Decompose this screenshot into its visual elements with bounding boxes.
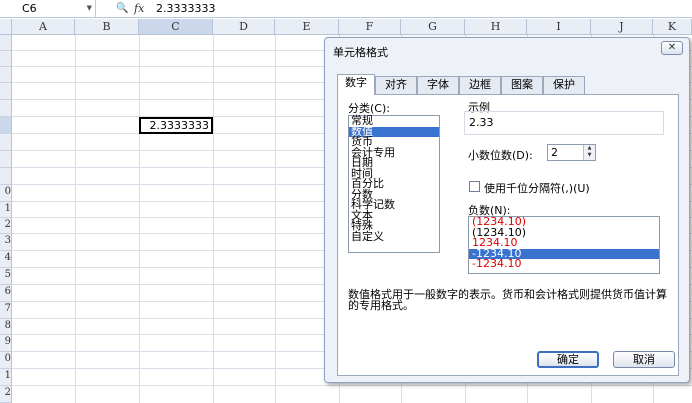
- column-header-e[interactable]: E: [275, 19, 339, 35]
- tab-border[interactable]: 边框: [459, 76, 501, 94]
- column-header-b[interactable]: B: [75, 19, 139, 35]
- grid-line: [75, 35, 76, 403]
- row-header[interactable]: 5: [0, 268, 12, 285]
- row-header[interactable]: 3: [0, 234, 12, 251]
- row-header[interactable]: 2: [0, 386, 12, 403]
- column-header-f[interactable]: F: [339, 19, 401, 35]
- column-header-c[interactable]: C: [139, 19, 213, 35]
- row-header[interactable]: [0, 151, 12, 168]
- category-item[interactable]: 自定义: [349, 231, 439, 243]
- select-all-corner[interactable]: [0, 19, 12, 35]
- row-header[interactable]: 0: [0, 352, 12, 369]
- grid-line: [275, 35, 276, 403]
- grid-line: [213, 35, 214, 403]
- close-icon[interactable]: ✕: [661, 41, 683, 55]
- decimal-places-label: 小数位数(D):: [468, 149, 533, 162]
- column-header-k[interactable]: K: [653, 19, 692, 35]
- column-header-h[interactable]: H: [465, 19, 527, 35]
- name-box[interactable]: C6 ▼: [0, 0, 96, 17]
- negative-numbers-list[interactable]: (1234.10) (1234.10) 1234.10 -1234.10 -12…: [468, 216, 660, 274]
- row-header[interactable]: 4: [0, 251, 12, 268]
- row-header[interactable]: [0, 100, 12, 117]
- zoom-icon[interactable]: 🔍: [116, 2, 129, 15]
- row-header[interactable]: [0, 83, 12, 100]
- dialog-title: 单元格格式: [333, 46, 388, 59]
- row-header[interactable]: [0, 67, 12, 83]
- column-header-a[interactable]: A: [12, 19, 75, 35]
- category-list[interactable]: 常规 数值 货币 会计专用 日期 时间 百分比 分数 科学记数 文本 特殊 自定…: [348, 115, 440, 253]
- row-header[interactable]: 9: [0, 335, 12, 352]
- decimal-places-value: 2: [551, 146, 558, 159]
- row-header[interactable]: [0, 51, 12, 67]
- grid-line: [139, 35, 140, 403]
- spin-arrows-icon[interactable]: ▲ ▼: [583, 145, 595, 160]
- name-box-value: C6: [22, 2, 37, 15]
- row-header[interactable]: 1: [0, 369, 12, 386]
- row-header[interactable]: [0, 117, 12, 134]
- column-header-i[interactable]: I: [527, 19, 591, 35]
- row-header[interactable]: 1: [0, 202, 12, 218]
- row-header[interactable]: [0, 168, 12, 185]
- row-header[interactable]: [0, 134, 12, 151]
- sample-preview: 2.33: [464, 111, 664, 135]
- row-header[interactable]: 6: [0, 285, 12, 302]
- format-cells-dialog: 单元格格式 ✕ 数字 对齐 字体 边框 图案 保护 分类(C): 常规 数值 货…: [324, 37, 690, 383]
- row-header[interactable]: 7: [0, 302, 12, 319]
- row-header[interactable]: 0: [0, 185, 12, 202]
- row-header[interactable]: 2: [0, 218, 12, 234]
- tab-protection[interactable]: 保护: [543, 76, 585, 94]
- number-tab-panel: 分类(C): 常规 数值 货币 会计专用 日期 时间 百分比 分数 科学记数 文…: [337, 94, 679, 376]
- column-header-g[interactable]: G: [401, 19, 465, 35]
- grid-line: [12, 385, 692, 386]
- tab-number[interactable]: 数字: [337, 74, 375, 95]
- format-description: 数值格式用于一般数字的表示。货币和会计格式则提供货币值计算的专用格式。: [348, 288, 667, 312]
- decimal-places-stepper[interactable]: 2 ▲ ▼: [547, 144, 596, 161]
- thousands-separator-checkbox[interactable]: [469, 181, 480, 192]
- cancel-button[interactable]: 取消: [613, 351, 675, 368]
- negative-option[interactable]: -1234.10: [469, 258, 659, 270]
- thousands-separator-label: 使用千位分隔符(,)(U): [484, 182, 590, 195]
- row-header[interactable]: [0, 35, 12, 51]
- column-header-j[interactable]: J: [591, 19, 653, 35]
- tab-font[interactable]: 字体: [417, 76, 459, 94]
- tab-patterns[interactable]: 图案: [501, 76, 543, 94]
- column-header-d[interactable]: D: [213, 19, 275, 35]
- formula-bar: C6 ▼ 🔍 fx 2.3333333: [0, 0, 692, 18]
- chevron-down-icon[interactable]: ▼: [87, 0, 92, 17]
- tab-alignment[interactable]: 对齐: [375, 76, 417, 94]
- formula-input[interactable]: 2.3333333: [156, 0, 216, 17]
- active-cell[interactable]: 2.3333333: [139, 117, 213, 134]
- function-icon[interactable]: fx: [134, 1, 148, 16]
- row-header[interactable]: 8: [0, 319, 12, 335]
- ok-button[interactable]: 确定: [537, 351, 599, 368]
